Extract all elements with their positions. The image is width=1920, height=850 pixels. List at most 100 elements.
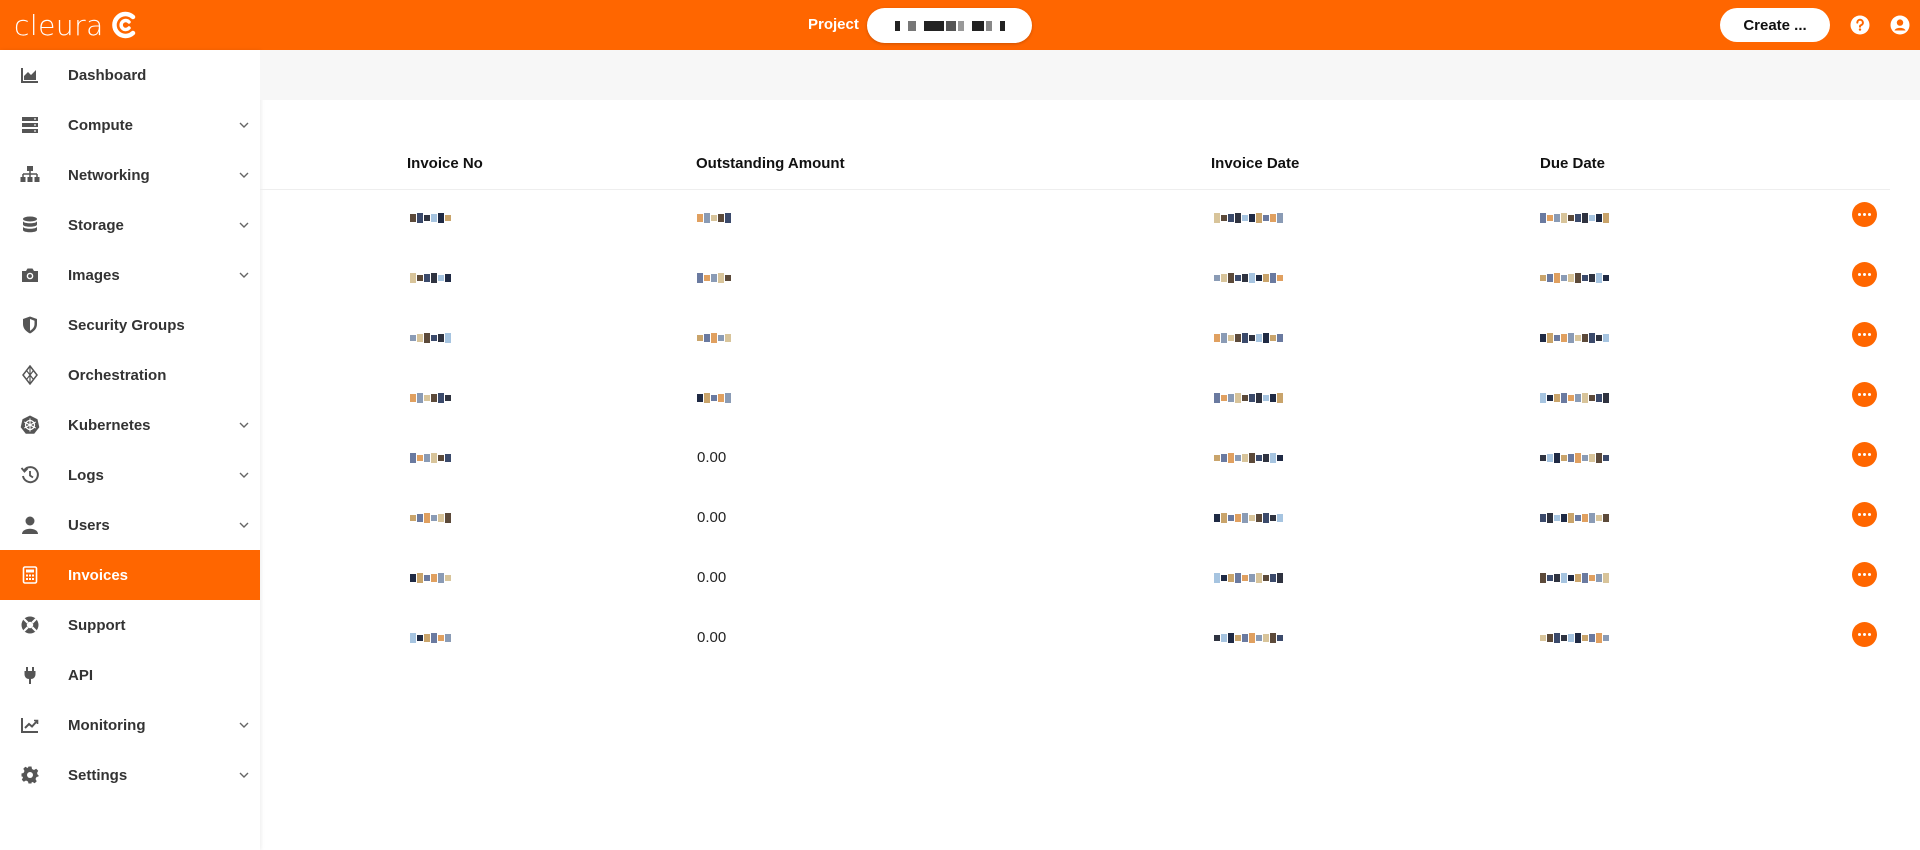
invoice-date-cell xyxy=(1214,212,1283,224)
trend-chart-icon xyxy=(21,718,39,733)
server-icon xyxy=(22,117,38,133)
outstanding-amount-cell xyxy=(697,272,731,284)
redacted-value xyxy=(410,212,451,224)
camera-icon xyxy=(22,268,38,282)
redacted-value xyxy=(1214,452,1283,464)
invoice-no-cell xyxy=(410,212,451,224)
more-horizontal-icon xyxy=(1858,393,1871,396)
row-actions-button[interactable] xyxy=(1852,502,1877,527)
redacted-value xyxy=(1540,512,1609,524)
invoice-date-cell xyxy=(1214,332,1283,344)
sidebar-item-label: Logs xyxy=(68,466,104,484)
more-horizontal-icon xyxy=(1858,213,1871,216)
redacted-value xyxy=(1214,332,1283,344)
table-row[interactable]: 0.00 xyxy=(260,550,1890,610)
row-actions-button[interactable] xyxy=(1852,322,1877,347)
redacted-value xyxy=(1540,632,1609,644)
sidebar-item-images[interactable]: Images xyxy=(0,250,260,300)
sub-header-bar xyxy=(260,50,1920,100)
account-icon[interactable] xyxy=(1890,15,1910,35)
outstanding-amount-cell: 0.00 xyxy=(697,629,727,646)
column-header-due-date[interactable]: Due Date xyxy=(1540,155,1605,172)
more-horizontal-icon xyxy=(1858,573,1871,576)
chevron-down-icon xyxy=(239,772,249,778)
help-icon[interactable] xyxy=(1850,15,1870,35)
row-actions-button[interactable] xyxy=(1852,622,1877,647)
due-date-cell xyxy=(1540,572,1609,584)
redacted-value xyxy=(410,452,451,464)
table-row[interactable] xyxy=(260,190,1890,250)
table-row[interactable]: 0.00 xyxy=(260,430,1890,490)
row-actions-button[interactable] xyxy=(1852,442,1877,467)
shield-icon xyxy=(23,316,37,334)
database-icon xyxy=(23,216,37,233)
redacted-value xyxy=(697,272,731,284)
sidebar-item-orchestration[interactable]: Orchestration xyxy=(0,350,260,400)
sidebar-item-dashboard[interactable]: Dashboard xyxy=(0,50,260,100)
redacted-value xyxy=(1540,272,1609,284)
outstanding-amount-cell: 0.00 xyxy=(697,449,727,466)
column-header-invoice-date[interactable]: Invoice Date xyxy=(1211,155,1299,172)
network-icon xyxy=(20,166,40,182)
invoice-no-cell xyxy=(410,512,451,524)
sidebar-item-invoices[interactable]: Invoices xyxy=(0,550,260,600)
column-header-invoice-no[interactable]: Invoice No xyxy=(407,155,483,172)
redacted-value xyxy=(410,572,451,584)
plug-icon xyxy=(24,667,36,684)
sidebar-item-users[interactable]: Users xyxy=(0,500,260,550)
sidebar-item-compute[interactable]: Compute xyxy=(0,100,260,150)
gear-icon xyxy=(21,766,39,784)
sidebar-item-support[interactable]: Support xyxy=(0,600,260,650)
row-actions-button[interactable] xyxy=(1852,262,1877,287)
dashboard-chart-icon xyxy=(21,68,38,83)
logo-text: cleura xyxy=(14,8,104,42)
sidebar-item-label: Monitoring xyxy=(68,716,146,734)
sidebar-item-label: Security Groups xyxy=(68,316,185,334)
invoice-no-cell xyxy=(410,452,451,464)
sidebar-item-settings[interactable]: Settings xyxy=(0,750,260,800)
sidebar-item-networking[interactable]: Networking xyxy=(0,150,260,200)
table-row[interactable] xyxy=(260,310,1890,370)
due-date-cell xyxy=(1540,212,1609,224)
due-date-cell xyxy=(1540,332,1609,344)
redacted-value xyxy=(1214,392,1283,404)
invoice-date-cell xyxy=(1214,512,1283,524)
chevron-down-icon xyxy=(239,722,249,728)
redacted-value xyxy=(1214,212,1283,224)
outstanding-amount-cell: 0.00 xyxy=(697,569,727,586)
sidebar-item-storage[interactable]: Storage xyxy=(0,200,260,250)
redacted-value xyxy=(410,392,451,404)
invoice-no-cell xyxy=(410,632,451,644)
redacted-value xyxy=(1540,452,1609,464)
kubernetes-icon xyxy=(20,415,40,434)
sidebar-item-api[interactable]: API xyxy=(0,650,260,700)
redacted-value xyxy=(1214,512,1283,524)
due-date-cell xyxy=(1540,452,1609,464)
sidebar-item-logs[interactable]: Logs xyxy=(0,450,260,500)
table-row[interactable]: 0.00 xyxy=(260,490,1890,550)
redacted-value xyxy=(1214,572,1283,584)
invoice-no-cell xyxy=(410,392,451,404)
table-row[interactable]: 0.00 xyxy=(260,610,1890,670)
cleura-logo[interactable]: cleura xyxy=(14,8,139,42)
redacted-value xyxy=(410,272,451,284)
table-body: 0.00 0.00 0.00 0.00 xyxy=(260,190,1890,670)
row-actions-button[interactable] xyxy=(1852,382,1877,407)
create-button[interactable]: Create ... xyxy=(1720,8,1830,42)
invoices-table: Invoice No Outstanding Amount Invoice Da… xyxy=(260,140,1890,670)
outstanding-amount-cell xyxy=(697,332,731,344)
table-row[interactable] xyxy=(260,250,1890,310)
invoice-date-cell xyxy=(1214,392,1283,404)
column-header-outstanding-amount[interactable]: Outstanding Amount xyxy=(696,155,845,172)
project-selector[interactable] xyxy=(867,8,1032,43)
sidebar-item-security-groups[interactable]: Security Groups xyxy=(0,300,260,350)
sidebar-item-kubernetes[interactable]: Kubernetes xyxy=(0,400,260,450)
user-icon xyxy=(22,516,38,534)
sidebar-item-monitoring[interactable]: Monitoring xyxy=(0,700,260,750)
outstanding-amount-cell xyxy=(697,392,731,404)
table-row[interactable] xyxy=(260,370,1890,430)
chevron-down-icon xyxy=(239,522,249,528)
row-actions-button[interactable] xyxy=(1852,202,1877,227)
redacted-value xyxy=(1540,572,1609,584)
row-actions-button[interactable] xyxy=(1852,562,1877,587)
